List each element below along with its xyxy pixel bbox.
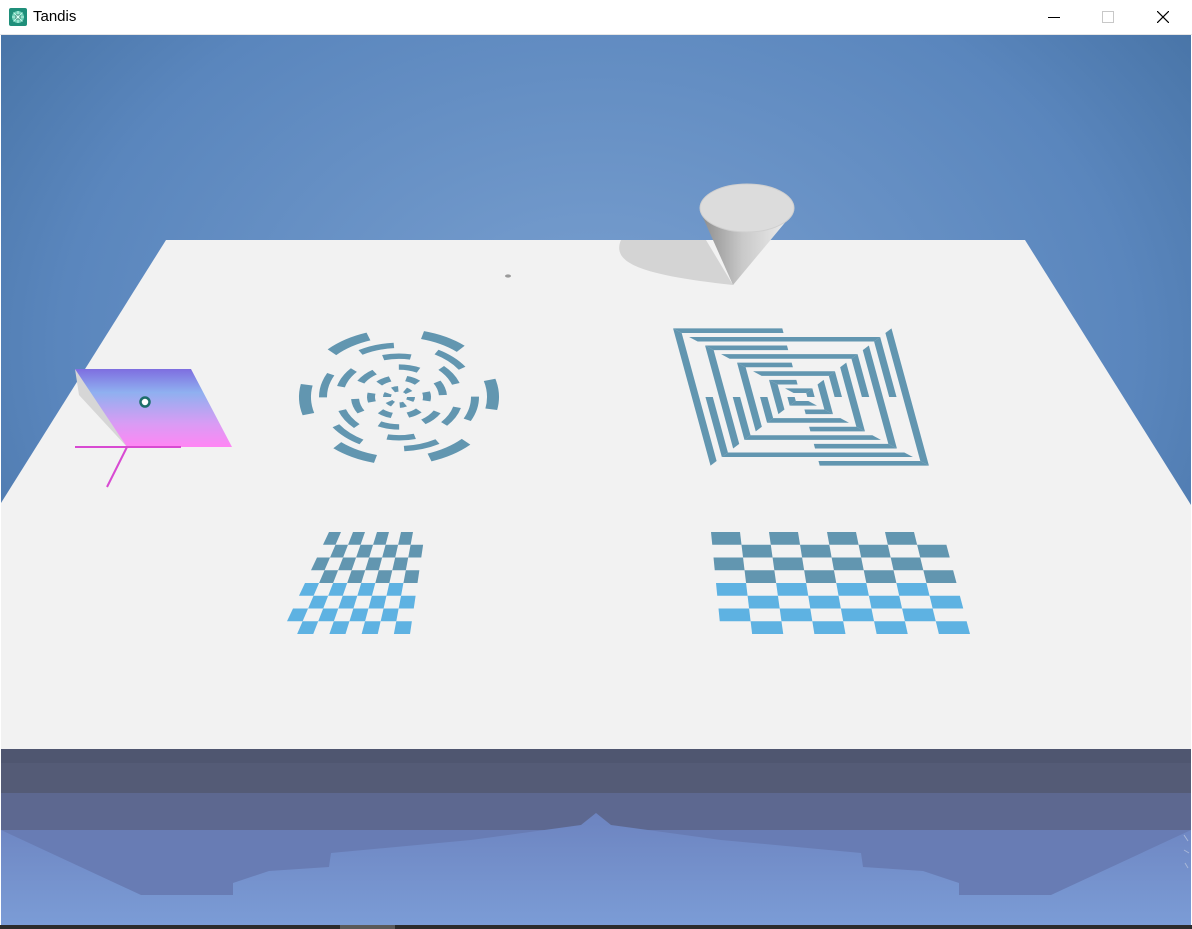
window-title: Tandis <box>33 8 77 25</box>
checker-square <box>741 544 773 558</box>
checker-square <box>808 595 841 609</box>
checker-square <box>769 532 801 545</box>
plane-pivot-handle[interactable] <box>139 396 151 408</box>
checker-square <box>776 583 809 596</box>
checker-square <box>716 583 748 596</box>
checker-square <box>858 544 891 558</box>
checker-square <box>923 570 957 583</box>
checker-square <box>398 595 416 609</box>
title-bar[interactable]: Tandis <box>0 0 1192 35</box>
maximize-icon <box>1102 11 1114 23</box>
checker-square <box>868 595 903 609</box>
checker-square <box>836 583 869 596</box>
spiral-band <box>767 418 849 423</box>
table-marker <box>505 274 511 278</box>
checker-square <box>840 608 875 622</box>
checker-square <box>812 621 846 634</box>
checker-square <box>779 608 813 622</box>
tandis-app-icon <box>9 8 27 26</box>
checker-square <box>747 595 780 609</box>
table-top <box>1 240 1191 749</box>
checker-square <box>896 583 930 596</box>
checker-square <box>827 532 859 545</box>
checker-square <box>929 595 964 609</box>
checker-square <box>711 532 742 545</box>
checker-square <box>800 544 832 558</box>
checker-square <box>935 621 970 634</box>
spiral-band <box>809 426 865 432</box>
radial-segment <box>367 392 376 403</box>
spiral-band <box>705 345 789 351</box>
checker-square <box>863 570 897 583</box>
spiral-band <box>721 354 858 359</box>
scene-canvas[interactable] <box>1 35 1191 925</box>
checker-square <box>902 608 936 622</box>
checker-square <box>804 570 837 583</box>
minimize-button[interactable] <box>1027 0 1081 34</box>
checker-square <box>890 557 924 571</box>
checker-square <box>744 570 777 583</box>
checker-square <box>874 621 908 634</box>
radial-segment <box>422 391 431 402</box>
checker-square <box>772 557 805 571</box>
checker-square <box>408 544 424 558</box>
checker-square <box>386 583 404 596</box>
app-window: Tandis <box>0 0 1192 929</box>
minimize-icon <box>1048 17 1060 18</box>
checker-square <box>393 621 412 634</box>
checker-square <box>380 608 399 622</box>
close-button[interactable] <box>1136 0 1190 34</box>
checker-square <box>713 557 745 571</box>
taskbar-strip <box>0 925 1192 929</box>
checker-square <box>750 621 784 634</box>
checker-square <box>403 570 420 583</box>
close-icon <box>1157 11 1169 23</box>
spiral-band <box>744 435 881 440</box>
checker-square <box>885 532 918 545</box>
spiral-band <box>673 328 784 333</box>
maximize-button[interactable] <box>1081 0 1135 34</box>
checker-square <box>718 608 751 622</box>
spiral-band <box>813 443 897 449</box>
spiral-band <box>818 461 929 466</box>
table-underside <box>1 749 1191 925</box>
spiral-band <box>753 371 835 376</box>
spiral-band <box>689 336 881 342</box>
checker-square <box>917 544 950 558</box>
taskbar-thumb <box>340 925 395 929</box>
spiral-band <box>737 362 793 368</box>
checker-square <box>831 557 864 571</box>
3d-viewport[interactable] <box>1 35 1191 925</box>
spiral-band <box>721 452 913 458</box>
